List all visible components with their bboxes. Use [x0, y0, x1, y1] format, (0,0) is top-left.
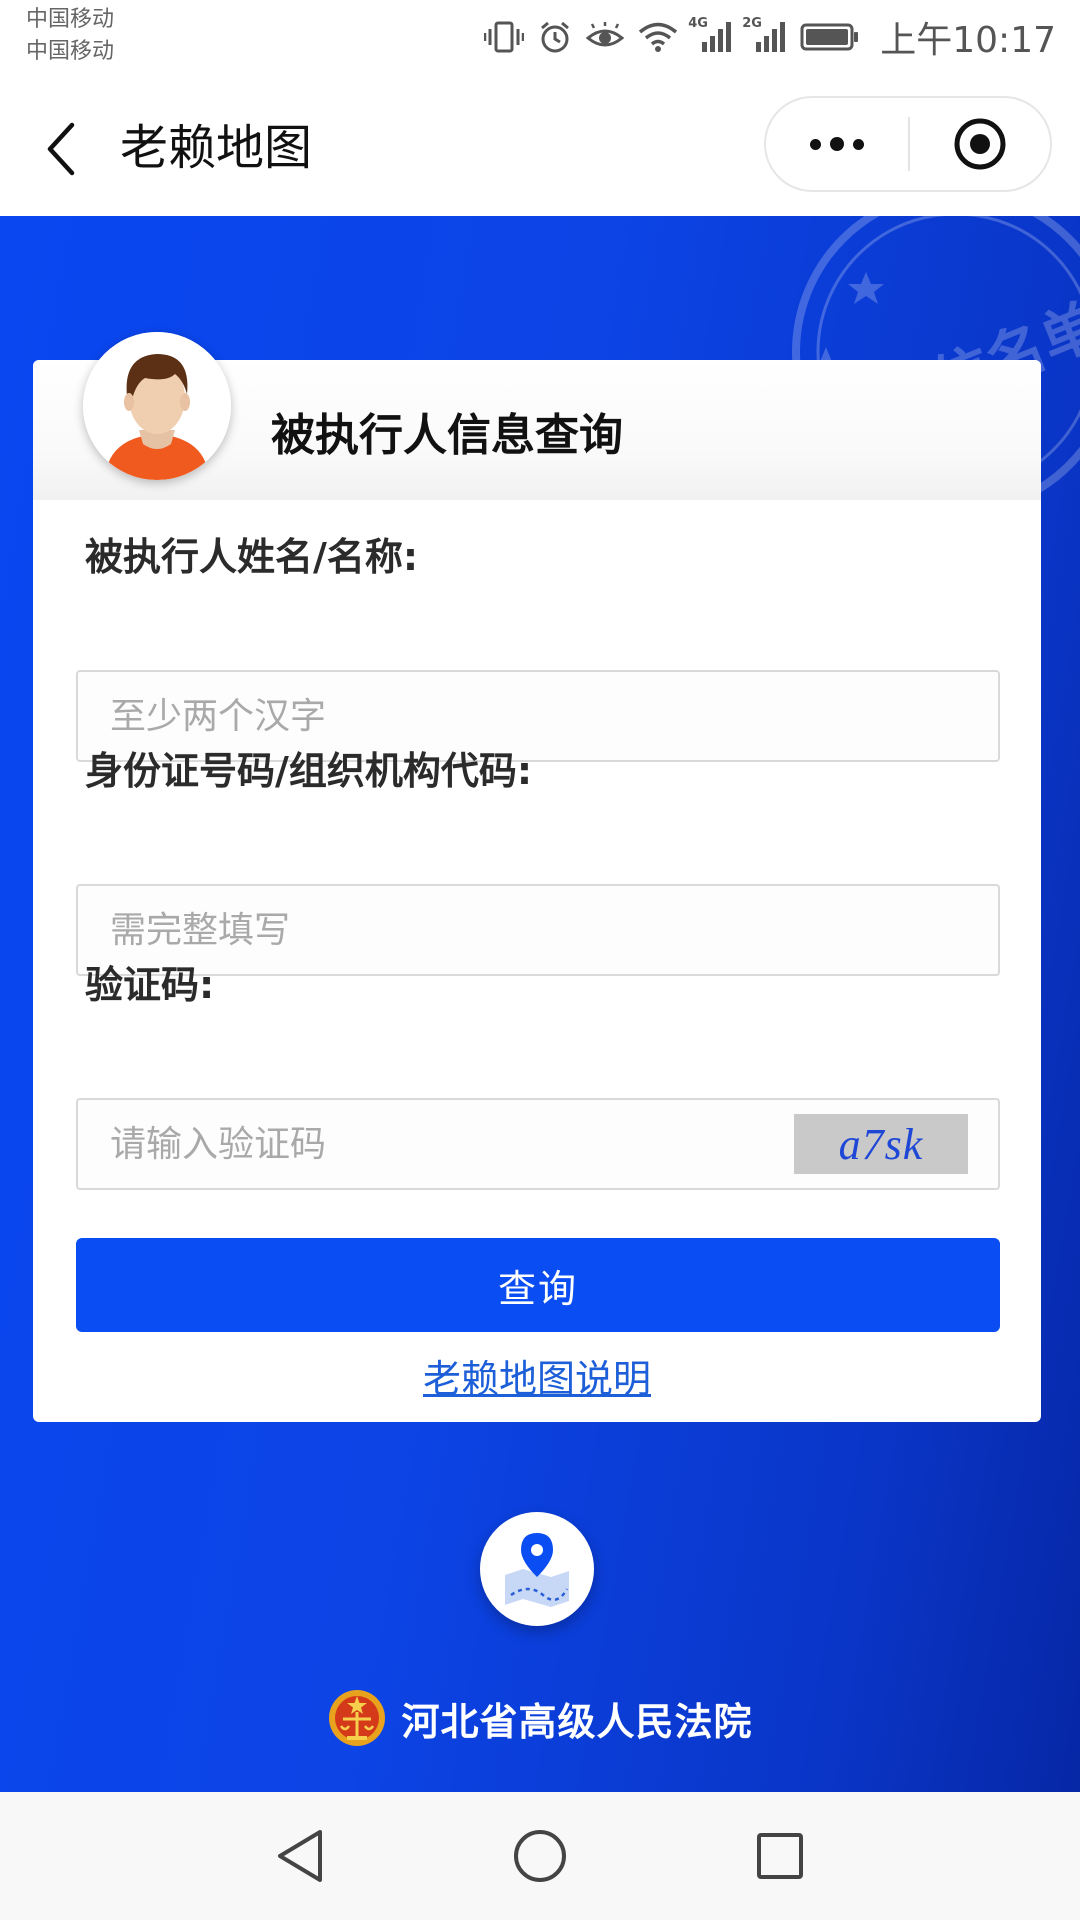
nav-home-button[interactable]	[508, 1824, 572, 1888]
chevron-left-icon	[47, 122, 75, 176]
network-type-label-1: 4G	[688, 16, 708, 31]
wifi-icon	[639, 22, 678, 52]
carrier-label-1: 中国移动	[26, 7, 115, 32]
back-button[interactable]	[36, 114, 86, 184]
recents-square-icon	[757, 1833, 803, 1879]
query-card: 被执行人信息查询 被执行人姓名/名称: 身份证号码/组织机构代码: 验证码: a…	[33, 332, 1041, 1422]
captcha-image[interactable]: a7sk	[794, 1114, 968, 1174]
battery-icon	[800, 23, 859, 51]
captcha-input[interactable]	[78, 1100, 798, 1188]
status-icons: 4G 2G 上午10:17	[484, 12, 1056, 62]
more-button[interactable]	[766, 98, 908, 190]
home-circle-icon	[514, 1830, 566, 1882]
nav-back-button[interactable]	[268, 1824, 332, 1888]
query-button[interactable]: 查询	[76, 1238, 1000, 1332]
name-label: 被执行人姓名/名称:	[85, 535, 419, 579]
more-dots-icon	[830, 137, 844, 151]
title-bar: 老赖地图	[0, 80, 1080, 216]
id-input[interactable]	[78, 886, 998, 974]
card-title: 被执行人信息查询	[271, 410, 623, 461]
carrier-label-2: 中国移动	[26, 39, 115, 64]
more-dots-icon	[853, 138, 864, 150]
page-title: 老赖地图	[120, 120, 313, 176]
target-close-icon	[954, 118, 1006, 170]
status-time: 上午10:17	[880, 20, 1056, 61]
captcha-field[interactable]: a7sk	[76, 1098, 1000, 1190]
nav-recents-button[interactable]	[748, 1824, 812, 1888]
status-bar: 中国移动 中国移动 4G 2G 上午10:17	[0, 0, 1080, 80]
mini-program-capsule	[764, 96, 1052, 192]
court-emblem-icon	[329, 1690, 386, 1746]
help-link[interactable]: 老赖地图说明	[33, 1352, 1041, 1406]
network-type-label-2: 2G	[742, 16, 762, 31]
signal-4g: 4G	[688, 16, 732, 54]
map-pin-icon	[505, 1533, 569, 1607]
captcha-label: 验证码:	[85, 963, 215, 1007]
person-avatar-icon	[83, 332, 231, 480]
system-nav-bar	[0, 1792, 1080, 1920]
court-name: 河北省高级人民法院	[401, 1699, 753, 1744]
vibrate-icon	[484, 21, 525, 53]
alarm-icon	[541, 21, 570, 53]
id-label: 身份证号码/组织机构代码:	[85, 749, 533, 793]
back-triangle-icon	[278, 1830, 322, 1882]
avatar	[83, 332, 231, 480]
court-footer: 河北省高级人民法院	[0, 1686, 1080, 1750]
id-field[interactable]	[76, 884, 1000, 976]
eye-comfort-icon	[586, 22, 625, 47]
map-button[interactable]	[480, 1512, 594, 1626]
signal-2g: 2G	[742, 16, 786, 54]
main-background: 失信名单 被执行人信息查询 被执行人姓名/名称: 身份证号码/组织机构代码: 验…	[0, 216, 1080, 1792]
more-dots-icon	[810, 138, 821, 150]
close-button[interactable]	[910, 98, 1050, 190]
